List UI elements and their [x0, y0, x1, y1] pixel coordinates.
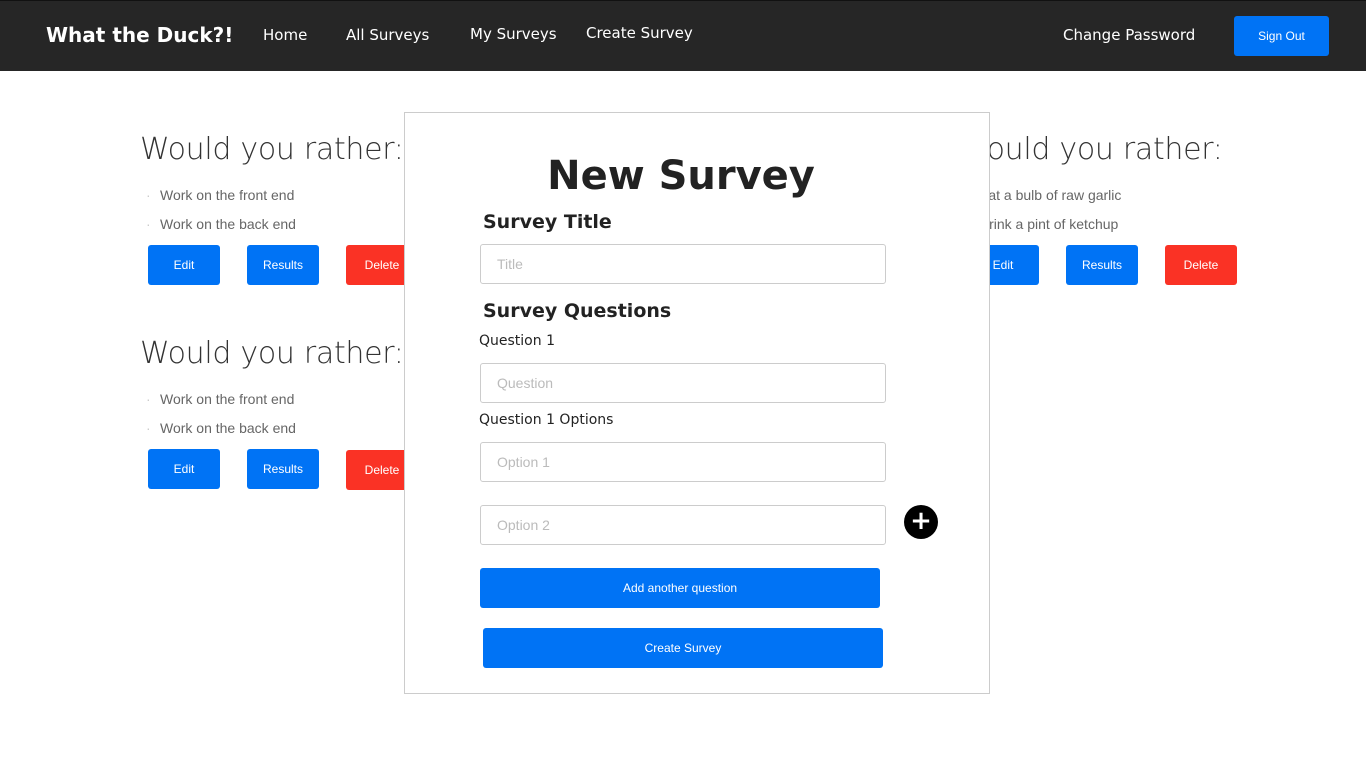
survey-card: Would you rather: Work on the front endW… — [140, 336, 440, 490]
survey-option: Eat a bulb of raw garlic — [959, 187, 1259, 216]
options-label: Question 1 Options — [479, 412, 614, 428]
survey-title-label: Survey Title — [483, 211, 612, 233]
results-button[interactable]: Results — [247, 245, 319, 285]
survey-option: Drink a pint of ketchup — [959, 216, 1259, 245]
survey-card: Would you rather: Eat a bulb of raw garl… — [959, 132, 1259, 285]
survey-title-input[interactable] — [480, 244, 886, 284]
nav-my-surveys[interactable]: My Surveys — [470, 25, 557, 43]
results-button[interactable]: Results — [1066, 245, 1138, 285]
option-2-input[interactable] — [480, 505, 886, 545]
question-input[interactable] — [480, 363, 886, 403]
brand-logo[interactable]: What the Duck?! — [46, 23, 233, 47]
question-label: Question 1 — [479, 333, 555, 349]
survey-heading: Would you rather: — [140, 132, 404, 167]
survey-option: Work on the back end — [140, 420, 440, 449]
survey-option: Work on the back end — [140, 216, 440, 245]
edit-button[interactable]: Edit — [148, 449, 220, 489]
nav-all-surveys[interactable]: All Surveys — [346, 26, 429, 44]
survey-questions-label: Survey Questions — [483, 300, 672, 322]
create-survey-button[interactable]: Create Survey — [483, 628, 883, 668]
survey-heading: Would you rather: — [140, 336, 404, 371]
results-button[interactable]: Results — [247, 449, 319, 489]
nav-create-survey[interactable]: Create Survey — [586, 24, 693, 42]
modal-title: New Survey — [547, 153, 815, 199]
new-survey-modal: New Survey Survey Title Survey Questions… — [404, 112, 990, 694]
navbar: What the Duck?! Home All Surveys My Surv… — [0, 0, 1366, 71]
add-option-plus-icon[interactable]: + — [904, 505, 938, 539]
option-1-input[interactable] — [480, 442, 886, 482]
survey-option: Work on the front end — [140, 391, 440, 420]
add-question-button[interactable]: Add another question — [480, 568, 880, 608]
edit-button[interactable]: Edit — [148, 245, 220, 285]
survey-option: Work on the front end — [140, 187, 440, 216]
nav-home[interactable]: Home — [263, 26, 307, 44]
survey-heading: Would you rather: — [959, 132, 1223, 167]
nav-change-password[interactable]: Change Password — [1063, 26, 1195, 44]
survey-card: Would you rather: Work on the front endW… — [140, 132, 440, 285]
sign-out-button[interactable]: Sign Out — [1234, 16, 1329, 56]
delete-button[interactable]: Delete — [1165, 245, 1237, 285]
